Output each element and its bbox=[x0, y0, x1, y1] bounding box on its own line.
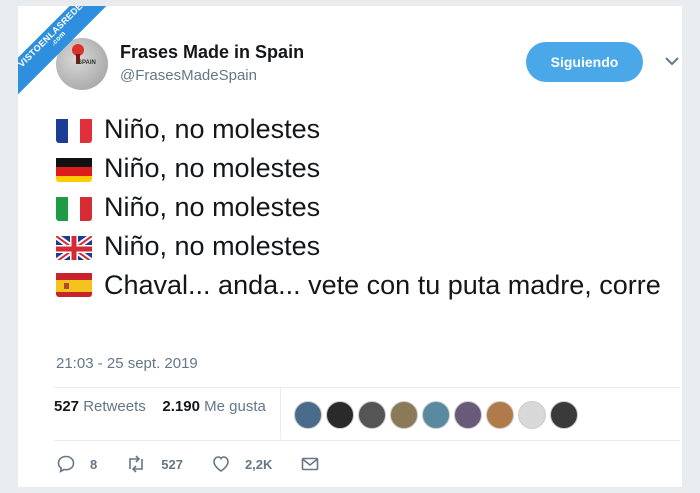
italy-flag-icon bbox=[56, 195, 92, 221]
watermark-ribbon: VISTOENLASREDES .com bbox=[18, 6, 138, 126]
reply-icon bbox=[57, 455, 75, 473]
tweet-actions: 8 527 2,2K bbox=[56, 454, 362, 474]
liker-avatar[interactable] bbox=[422, 401, 450, 429]
tweet-card: VISTOENLASREDES .com SPAIN Frases Made i… bbox=[18, 6, 682, 487]
divider bbox=[54, 387, 680, 388]
germany-flag-icon bbox=[56, 156, 92, 182]
envelope-icon bbox=[302, 457, 319, 471]
tweet-line-text: Chaval... anda... vete con tu puta madre… bbox=[104, 270, 661, 300]
tweet-line-text: Niño, no molestes bbox=[104, 231, 321, 261]
tweet-stats: 527 Retweets 2.190 Me gusta bbox=[54, 398, 266, 415]
reply-count: 8 bbox=[90, 456, 98, 472]
chevron-down-icon[interactable] bbox=[663, 54, 681, 68]
liker-avatar[interactable] bbox=[358, 401, 386, 429]
liker-avatar[interactable] bbox=[550, 401, 578, 429]
tweet-line: Niño, no molestes bbox=[56, 227, 676, 266]
retweet-action-count: 527 bbox=[161, 456, 183, 472]
tweet-text: Niño, no molestes Niño, no molestes Niño… bbox=[56, 110, 676, 305]
spain-flag-icon bbox=[56, 271, 92, 297]
reply-button[interactable]: 8 bbox=[56, 454, 97, 474]
liker-avatar[interactable] bbox=[486, 401, 514, 429]
heart-icon bbox=[213, 456, 229, 472]
like-button[interactable]: 2,2K bbox=[211, 454, 272, 474]
retweet-icon bbox=[129, 455, 144, 473]
tweet-line-text: Niño, no molestes bbox=[104, 192, 321, 222]
message-button[interactable] bbox=[300, 454, 334, 474]
user-handle[interactable]: @FrasesMadeSpain bbox=[120, 67, 257, 84]
tweet-line: Niño, no molestes bbox=[56, 188, 676, 227]
liker-avatar[interactable] bbox=[454, 401, 482, 429]
liker-avatar[interactable] bbox=[390, 401, 418, 429]
like-count: 2,2K bbox=[244, 456, 273, 472]
likes-label[interactable]: Me gusta bbox=[204, 398, 266, 415]
tweet-line: Niño, no molestes bbox=[56, 149, 676, 188]
divider bbox=[54, 440, 680, 441]
liker-avatar[interactable] bbox=[326, 401, 354, 429]
tweet-line-text: Niño, no molestes bbox=[104, 153, 321, 183]
retweet-button[interactable]: 527 bbox=[125, 454, 183, 474]
liker-avatar[interactable] bbox=[518, 401, 546, 429]
tweet-line: Niño, no molestes bbox=[56, 110, 676, 149]
tweet-timestamp[interactable]: 21:03 - 25 sept. 2019 bbox=[56, 355, 198, 372]
liker-avatar[interactable] bbox=[294, 401, 322, 429]
display-name[interactable]: Frases Made in Spain bbox=[120, 42, 304, 63]
following-button[interactable]: Siguiendo bbox=[526, 42, 643, 82]
watermark-logo: VISTOENLASREDES .com bbox=[18, 6, 127, 107]
uk-flag-icon bbox=[56, 233, 92, 260]
retweets-count[interactable]: 527 bbox=[54, 398, 79, 415]
liker-avatars bbox=[294, 401, 582, 429]
stats-divider bbox=[280, 387, 281, 439]
retweets-label[interactable]: Retweets bbox=[83, 398, 146, 415]
likes-count[interactable]: 2.190 bbox=[162, 398, 200, 415]
tweet-line: Chaval... anda... vete con tu puta madre… bbox=[56, 266, 676, 305]
